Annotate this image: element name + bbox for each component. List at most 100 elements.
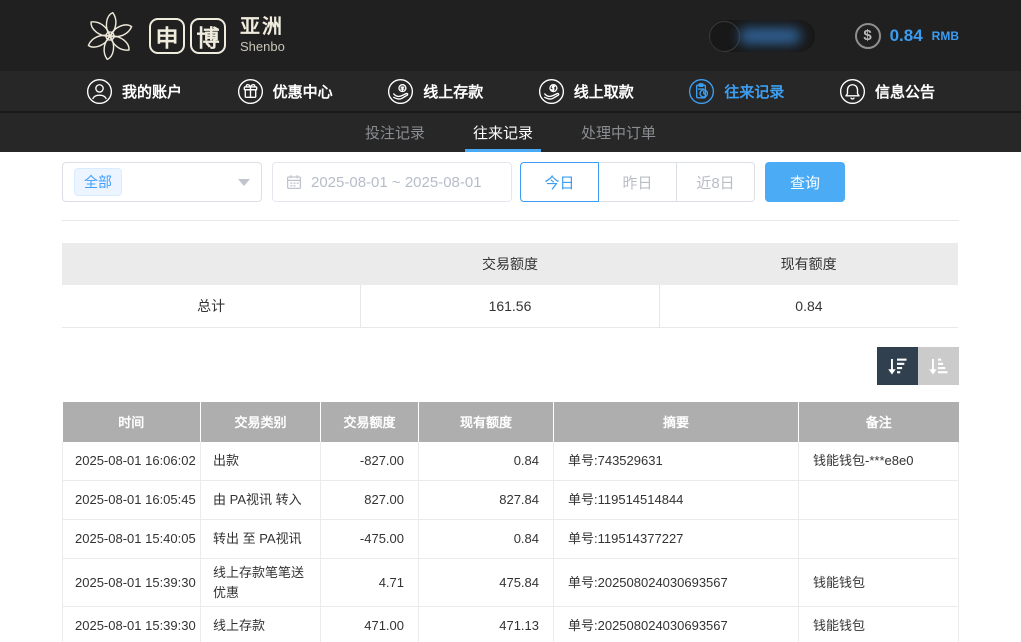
nav-item-promotions[interactable]: 优惠中心 bbox=[237, 78, 333, 105]
sort-descending-button[interactable] bbox=[877, 347, 918, 385]
cell-summary: 单号:119514514844 bbox=[554, 481, 799, 520]
cell-note bbox=[799, 520, 959, 559]
nav-item-withdraw[interactable]: 线上取款 bbox=[538, 78, 634, 105]
withdraw-icon bbox=[538, 78, 565, 105]
summary-header-empty bbox=[62, 243, 361, 285]
col-header-amount: 交易额度 bbox=[321, 402, 419, 442]
table-row: 2025-08-01 15:39:30 线上存款笔笔送优惠 4.71 475.8… bbox=[63, 559, 959, 607]
summary-total-amount: 161.56 bbox=[361, 285, 660, 327]
bell-icon bbox=[839, 78, 866, 105]
sort-controls bbox=[62, 347, 959, 385]
brand-region-block: 亚洲 Shenbo bbox=[240, 17, 285, 54]
nav-label: 线上存款 bbox=[423, 81, 483, 102]
nav-item-announcements[interactable]: 信息公告 bbox=[839, 78, 935, 105]
cell-time: 2025-08-01 15:39:30 bbox=[63, 559, 201, 607]
nav-item-my-account[interactable]: 我的账户 bbox=[86, 78, 182, 105]
nav-label: 信息公告 bbox=[875, 81, 935, 102]
summary-total-label: 总计 bbox=[62, 285, 361, 327]
col-header-summary: 摘要 bbox=[554, 402, 799, 442]
cell-time: 2025-08-01 15:39:30 bbox=[63, 607, 201, 642]
user-icon bbox=[86, 78, 113, 105]
main-nav: 我的账户 优惠中心 线上存款 线上取款 bbox=[0, 71, 1021, 111]
quick-range-group: 今日 昨日 近8日 bbox=[520, 162, 755, 202]
cell-summary: 单号:119514377227 bbox=[554, 520, 799, 559]
brand-char-1: 申 bbox=[149, 18, 185, 54]
brand-name: 申 博 bbox=[149, 18, 226, 54]
date-range-input[interactable]: 2025-08-01 ~ 2025-08-01 bbox=[272, 162, 512, 202]
balance-currency: RMB bbox=[932, 29, 959, 43]
brand-subtitle: Shenbo bbox=[240, 40, 285, 54]
tab-transaction-records[interactable]: 往来记录 bbox=[468, 113, 538, 152]
flower-icon bbox=[83, 9, 137, 63]
summary-header-row: 交易额度 现有额度 bbox=[62, 243, 958, 285]
sort-descending-icon bbox=[886, 354, 910, 378]
cell-balance: 0.84 bbox=[419, 520, 554, 559]
brand-region: 亚洲 bbox=[240, 17, 285, 38]
table-row: 2025-08-01 16:05:45 由 PA视讯 转入 827.00 827… bbox=[63, 481, 959, 520]
cell-summary: 单号:202508024030693567 bbox=[554, 559, 799, 607]
cell-balance: 471.13 bbox=[419, 607, 554, 642]
table-row: 2025-08-01 15:39:30 线上存款 471.00 471.13 单… bbox=[63, 607, 959, 642]
cell-note: 钱能钱包 bbox=[799, 559, 959, 607]
yesterday-button[interactable]: 昨日 bbox=[598, 162, 677, 202]
nav-label: 线上取款 bbox=[574, 81, 634, 102]
cell-amount: 827.00 bbox=[321, 481, 419, 520]
brand-logo[interactable]: 申 博 亚洲 Shenbo bbox=[83, 9, 285, 63]
query-button[interactable]: 查询 bbox=[765, 162, 845, 202]
col-header-note: 备注 bbox=[799, 402, 959, 442]
last-8-days-button[interactable]: 近8日 bbox=[676, 162, 755, 202]
today-button[interactable]: 今日 bbox=[520, 162, 599, 202]
cell-amount: -475.00 bbox=[321, 520, 419, 559]
sort-ascending-icon bbox=[927, 354, 951, 378]
tab-label: 投注记录 bbox=[365, 122, 425, 143]
cell-time: 2025-08-01 16:05:45 bbox=[63, 481, 201, 520]
date-range-value: 2025-08-01 ~ 2025-08-01 bbox=[311, 174, 482, 191]
nav-label: 往来记录 bbox=[724, 81, 784, 102]
blurred-username bbox=[739, 28, 801, 44]
sort-ascending-button[interactable] bbox=[918, 347, 959, 385]
tab-pending-orders[interactable]: 处理中订单 bbox=[576, 113, 661, 152]
brand-char-2: 博 bbox=[190, 18, 226, 54]
gift-icon bbox=[237, 78, 264, 105]
balance-amount: 0.84 bbox=[890, 26, 923, 46]
col-header-balance: 现有额度 bbox=[419, 402, 554, 442]
nav-label: 优惠中心 bbox=[273, 81, 333, 102]
balance-display[interactable]: $ 0.84 RMB bbox=[855, 23, 959, 49]
transaction-type-dropdown[interactable]: 全部 bbox=[62, 162, 262, 202]
cell-balance: 475.84 bbox=[419, 559, 554, 607]
cell-time: 2025-08-01 15:40:05 bbox=[63, 520, 201, 559]
col-header-time: 时间 bbox=[63, 402, 201, 442]
cell-type: 转出 至 PA视讯 bbox=[201, 520, 321, 559]
cell-summary: 单号:202508024030693567 bbox=[554, 607, 799, 642]
tab-label: 处理中订单 bbox=[581, 122, 656, 143]
tab-bet-records[interactable]: 投注记录 bbox=[360, 113, 430, 152]
cell-note: 钱能钱包-***e8e0 bbox=[799, 442, 959, 481]
cell-note bbox=[799, 481, 959, 520]
tab-label: 往来记录 bbox=[473, 122, 533, 143]
record-subtabs: 投注记录 往来记录 处理中订单 bbox=[0, 111, 1021, 152]
cell-amount: 4.71 bbox=[321, 559, 419, 607]
topbar-right: $ 0.84 RMB bbox=[709, 20, 959, 52]
cell-type: 出款 bbox=[201, 442, 321, 481]
cell-amount: -827.00 bbox=[321, 442, 419, 481]
cell-time: 2025-08-01 16:06:02 bbox=[63, 442, 201, 481]
cell-type: 由 PA视讯 转入 bbox=[201, 481, 321, 520]
nav-item-transaction-records[interactable]: 往来记录 bbox=[688, 78, 784, 105]
cell-summary: 单号:743529631 bbox=[554, 442, 799, 481]
summary-table: 交易额度 现有额度 总计 161.56 0.84 bbox=[62, 243, 958, 328]
selected-type-tag[interactable]: 全部 bbox=[74, 168, 122, 196]
chevron-down-icon bbox=[238, 179, 250, 186]
divider bbox=[62, 220, 959, 221]
summary-header-amount: 交易额度 bbox=[361, 243, 660, 285]
col-header-type: 交易类别 bbox=[201, 402, 321, 442]
user-account-blurred[interactable] bbox=[709, 20, 815, 52]
topbar: 申 博 亚洲 Shenbo $ 0.84 RMB bbox=[0, 0, 1021, 71]
records-header-row: 时间 交易类别 交易额度 现有额度 摘要 备注 bbox=[63, 402, 959, 442]
records-icon bbox=[688, 78, 715, 105]
table-row: 2025-08-01 16:06:02 出款 -827.00 0.84 单号:7… bbox=[63, 442, 959, 481]
summary-header-balance: 现有额度 bbox=[659, 243, 958, 285]
summary-total-row: 总计 161.56 0.84 bbox=[62, 285, 958, 327]
dollar-circle-icon: $ bbox=[855, 23, 881, 49]
nav-item-deposit[interactable]: 线上存款 bbox=[387, 78, 483, 105]
cell-balance: 0.84 bbox=[419, 442, 554, 481]
